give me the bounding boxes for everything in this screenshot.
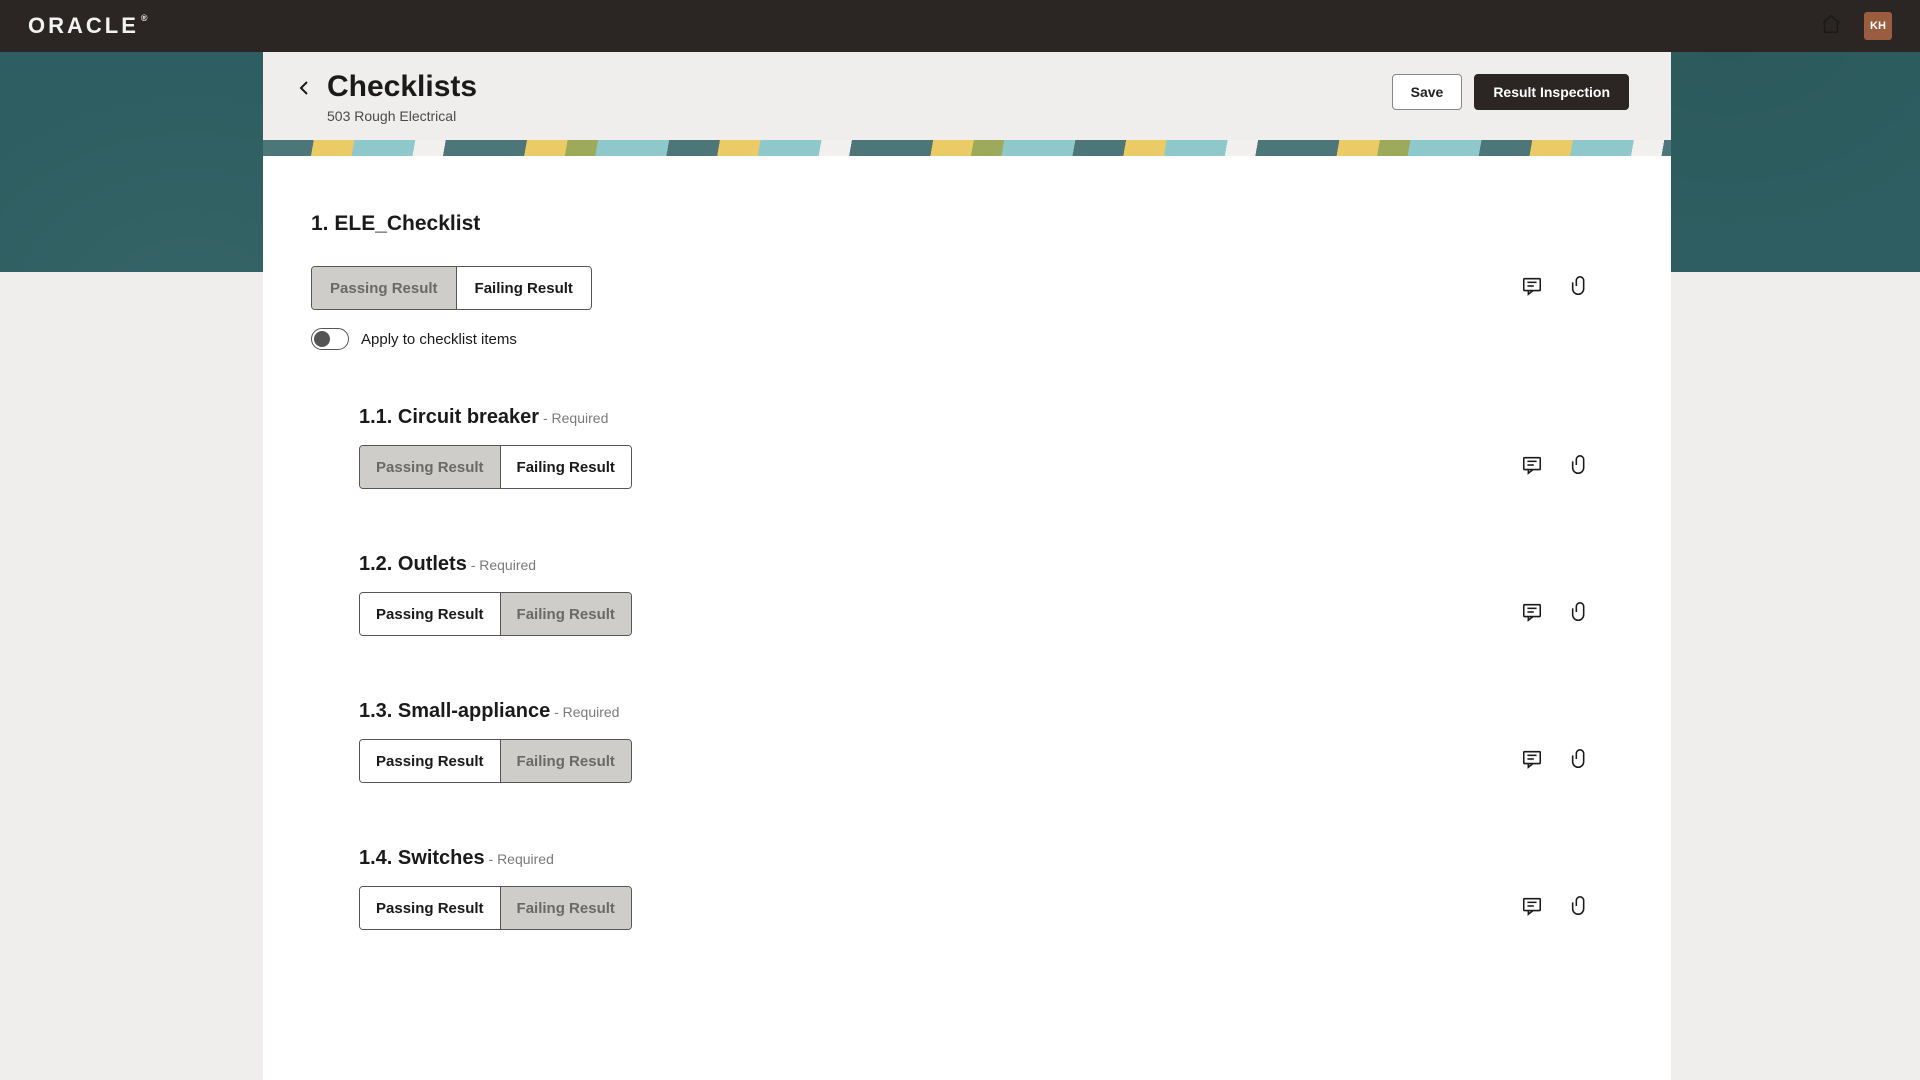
item-passing-button[interactable]: Passing Result — [360, 446, 500, 488]
section-actions — [1521, 275, 1591, 302]
section-result-toggle: Passing Result Failing Result — [311, 266, 592, 310]
avatar-initials: KH — [1870, 20, 1886, 32]
section-passing-button[interactable]: Passing Result — [312, 267, 456, 309]
item-row: Passing ResultFailing Result — [359, 592, 1591, 636]
main-card: Checklists 503 Rough Electrical Save Res… — [263, 52, 1671, 1080]
comment-icon[interactable] — [1521, 895, 1543, 922]
item-actions — [1521, 454, 1591, 481]
back-icon[interactable] — [297, 80, 313, 101]
item-actions — [1521, 748, 1591, 775]
decorative-ribbon — [263, 140, 1671, 156]
attachment-icon[interactable] — [1569, 454, 1591, 481]
item-passing-button[interactable]: Passing Result — [360, 593, 500, 635]
comment-icon[interactable] — [1521, 454, 1543, 481]
item-failing-button[interactable]: Failing Result — [500, 887, 631, 929]
section-number: 1. — [311, 212, 329, 235]
section-title: 1. ELE_Checklist — [311, 212, 1591, 236]
item-required: - Required — [550, 704, 619, 720]
checklist-items: 1.1. Circuit breaker - Required Passing R… — [311, 406, 1591, 930]
result-inspection-button[interactable]: Result Inspection — [1474, 74, 1629, 110]
item-actions — [1521, 601, 1591, 628]
attachment-icon[interactable] — [1569, 275, 1591, 302]
item-required: - Required — [467, 557, 536, 573]
item-result-toggle: Passing ResultFailing Result — [359, 592, 632, 636]
item-header: 1.1. Circuit breaker - Required — [359, 406, 1591, 429]
item-title: 1.1. Circuit breaker — [359, 406, 539, 428]
item-header: 1.2. Outlets - Required — [359, 553, 1591, 576]
item-result-toggle: Passing ResultFailing Result — [359, 739, 632, 783]
item-actions — [1521, 895, 1591, 922]
item-header: 1.3. Small-appliance - Required — [359, 700, 1591, 723]
page-subtitle: 503 Rough Electrical — [327, 108, 477, 124]
oracle-logo: ORACLE® — [28, 13, 148, 39]
item-passing-button[interactable]: Passing Result — [360, 887, 500, 929]
checklist-item: 1.4. Switches - Required Passing ResultFa… — [359, 847, 1591, 930]
item-required: - Required — [485, 851, 554, 867]
home-icon[interactable] — [1820, 13, 1842, 40]
item-title: 1.4. Switches — [359, 847, 485, 869]
comment-icon[interactable] — [1521, 748, 1543, 775]
page-header: Checklists 503 Rough Electrical Save Res… — [263, 52, 1671, 140]
item-failing-button[interactable]: Failing Result — [500, 593, 631, 635]
item-required: - Required — [539, 410, 608, 426]
section-failing-button[interactable]: Failing Result — [456, 267, 591, 309]
content-area: 1. ELE_Checklist Passing Result Failing … — [263, 156, 1671, 1080]
item-header: 1.4. Switches - Required — [359, 847, 1591, 870]
item-passing-button[interactable]: Passing Result — [360, 740, 500, 782]
attachment-icon[interactable] — [1569, 748, 1591, 775]
apply-toggle[interactable] — [311, 328, 349, 350]
item-result-toggle: Passing ResultFailing Result — [359, 445, 632, 489]
item-title: 1.3. Small-appliance — [359, 700, 550, 722]
page-title: Checklists — [327, 70, 477, 104]
checklist-item: 1.2. Outlets - Required Passing ResultFai… — [359, 553, 1591, 636]
item-row: Passing ResultFailing Result — [359, 739, 1591, 783]
apply-toggle-row: Apply to checklist items — [311, 328, 1591, 350]
item-failing-button[interactable]: Failing Result — [500, 446, 631, 488]
apply-toggle-label: Apply to checklist items — [361, 331, 517, 348]
section-row: Passing Result Failing Result — [311, 266, 1591, 310]
global-header: ORACLE® KH — [0, 0, 1920, 52]
avatar[interactable]: KH — [1864, 12, 1892, 40]
item-failing-button[interactable]: Failing Result — [500, 740, 631, 782]
attachment-icon[interactable] — [1569, 895, 1591, 922]
header-actions: KH — [1820, 12, 1892, 40]
registered-mark: ® — [141, 13, 148, 23]
save-button[interactable]: Save — [1392, 74, 1463, 110]
logo-text: ORACLE — [28, 13, 139, 38]
attachment-icon[interactable] — [1569, 601, 1591, 628]
item-row: Passing ResultFailing Result — [359, 445, 1591, 489]
section-name: ELE_Checklist — [334, 212, 480, 235]
checklist-item: 1.1. Circuit breaker - Required Passing R… — [359, 406, 1591, 489]
item-title: 1.2. Outlets — [359, 553, 467, 575]
comment-icon[interactable] — [1521, 601, 1543, 628]
checklist-item: 1.3. Small-appliance - Required Passing R… — [359, 700, 1591, 783]
item-row: Passing ResultFailing Result — [359, 886, 1591, 930]
comment-icon[interactable] — [1521, 275, 1543, 302]
item-result-toggle: Passing ResultFailing Result — [359, 886, 632, 930]
